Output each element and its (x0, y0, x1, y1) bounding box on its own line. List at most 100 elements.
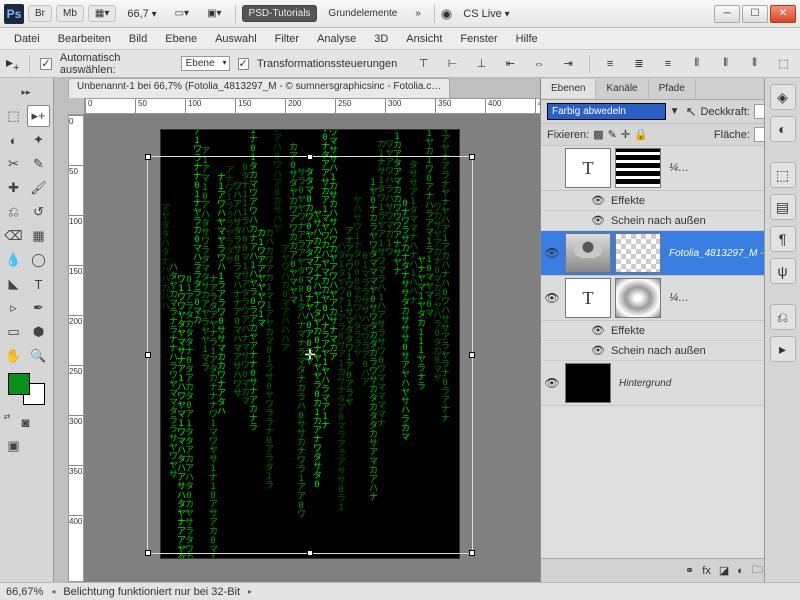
layer-thumb[interactable] (565, 233, 611, 273)
fill-input[interactable]: 100% (754, 127, 764, 142)
layer-name[interactable]: Hintergrund (613, 378, 764, 389)
layer-name[interactable]: ¼… (663, 162, 764, 174)
align-top-icon[interactable]: ⊤ (413, 54, 434, 74)
dist-vmid-icon[interactable]: ≣ (629, 54, 650, 74)
dock-swatches-icon[interactable]: ⬚ (770, 162, 796, 188)
auto-select-checkbox[interactable] (40, 58, 51, 70)
direct-select-tool[interactable]: ▹ (2, 297, 25, 319)
dist-right-icon[interactable]: ⦀ (744, 54, 765, 74)
layer-thumb[interactable] (565, 363, 611, 403)
zoom-level-dropdown[interactable]: 66,7 ▾ (120, 5, 163, 23)
minibridge-button[interactable]: Mb (56, 5, 84, 22)
workspace-more[interactable]: » (408, 5, 428, 22)
blur-tool[interactable]: 💧 (2, 249, 25, 271)
menu-ebene[interactable]: Ebene (157, 30, 205, 48)
layer-row[interactable]: 👁 Hintergrund 🔒 (541, 361, 764, 406)
lock-trans-icon[interactable]: ▩ (593, 128, 603, 141)
dock-layers-icon[interactable]: ◈ (770, 84, 796, 110)
zoom-tool[interactable]: 🔍 (27, 345, 50, 367)
dist-hmid-icon[interactable]: ⦀ (715, 54, 736, 74)
type-tool[interactable]: T (27, 273, 50, 295)
mask-icon[interactable]: ◪ (719, 564, 729, 577)
dock-styles-icon[interactable]: ▤ (770, 194, 796, 220)
lock-paint-icon[interactable]: ✎ (608, 128, 617, 141)
collapse-icon[interactable]: ▸▸ (2, 81, 50, 103)
dist-left-icon[interactable]: ⦀ (686, 54, 707, 74)
dock-adjustments-icon[interactable]: ◐ (770, 116, 796, 142)
layer-thumb[interactable]: T (565, 148, 611, 188)
view-extras-button[interactable]: ▦▾ (88, 5, 116, 22)
maximize-button[interactable]: ☐ (742, 5, 768, 23)
lock-move-icon[interactable]: ✛ (621, 128, 630, 141)
workspace-grundelemente[interactable]: Grundelemente (321, 5, 404, 22)
visibility-icon[interactable]: 👁 (591, 344, 605, 357)
visibility-icon[interactable]: 👁 (591, 324, 605, 337)
eyedropper-tool[interactable]: ✎ (27, 153, 50, 175)
auto-align-icon[interactable]: ⬚ (773, 54, 794, 74)
layer-name[interactable]: Fotolia_4813297_M - ©… (663, 248, 764, 259)
menu-filter[interactable]: Filter (267, 30, 307, 48)
align-vmid-icon[interactable]: ⊢ (442, 54, 463, 74)
menu-fenster[interactable]: Fenster (452, 30, 505, 48)
visibility-icon[interactable]: 👁 (591, 214, 605, 227)
canvas[interactable]: マ ヤ タ タ ハ タ ナ ハ ハ カ ハ ハ ハ タ ヤ カ マ ラ ナ ラ … (160, 129, 460, 559)
ruler-vertical[interactable]: 050100150200250300350400 (68, 114, 84, 582)
workspace-psd-tutorials[interactable]: PSD-Tutorials (242, 5, 318, 22)
zoom-readout[interactable]: 66,67% (6, 586, 43, 598)
fx-icon[interactable]: fx (702, 565, 711, 577)
layer-mask[interactable] (615, 233, 661, 273)
visibility-icon[interactable]: 👁 (541, 376, 563, 390)
heal-tool[interactable]: ✚ (2, 177, 25, 199)
eraser-tool[interactable]: ⌫ (2, 225, 25, 247)
layer-row[interactable]: 👁 T ¼… fx ▾ (541, 276, 764, 321)
layer-mask[interactable] (615, 278, 661, 318)
swap-colors-icon[interactable]: ⇄ (2, 411, 12, 421)
dist-top-icon[interactable]: ≡ (600, 54, 621, 74)
menu-auswahl[interactable]: Auswahl (207, 30, 265, 48)
visibility-icon[interactable]: 👁 (541, 246, 563, 260)
dock-paragraph-icon[interactable]: ψ (770, 258, 796, 284)
menu-analyse[interactable]: Analyse (309, 30, 364, 48)
marquee-tool[interactable]: ⬚ (2, 105, 25, 127)
screen-mode-button[interactable]: ▣▾ (200, 5, 228, 22)
menu-bild[interactable]: Bild (121, 30, 155, 48)
auto-select-target[interactable]: Ebene (181, 56, 230, 71)
menu-hilfe[interactable]: Hilfe (508, 30, 546, 48)
dock-actions-icon[interactable]: ▸ (770, 336, 796, 362)
dist-bottom-icon[interactable]: ≡ (657, 54, 678, 74)
blend-mode-dropdown[interactable]: Farbig abwedeln (547, 103, 666, 120)
lasso-tool[interactable]: ◐ (2, 129, 25, 151)
wand-tool[interactable]: ✦ (27, 129, 50, 151)
cslive-button[interactable]: CS Live ▾ (456, 5, 516, 23)
history-brush-tool[interactable]: ↺ (27, 201, 50, 223)
layer-mask[interactable] (615, 148, 661, 188)
tab-pfade[interactable]: Pfade (649, 79, 696, 98)
crop-tool[interactable]: ✂ (2, 153, 25, 175)
brush-tool[interactable]: 🖌 (27, 177, 50, 199)
gradient-tool[interactable]: ▦ (27, 225, 50, 247)
menu-ansicht[interactable]: Ansicht (398, 30, 450, 48)
visibility-icon[interactable]: 👁 (541, 291, 563, 305)
layer-row[interactable]: T ¼… fx ▾ (541, 146, 764, 191)
menu-bearbeiten[interactable]: Bearbeiten (50, 30, 119, 48)
3d-tool[interactable]: ⬢ (27, 321, 50, 343)
adjustment-icon[interactable]: ◐ (737, 565, 744, 577)
tab-ebenen[interactable]: Ebenen (541, 79, 596, 98)
menu-datei[interactable]: Datei (6, 30, 48, 48)
arrange-button[interactable]: ▭▾ (168, 5, 196, 22)
group-icon[interactable]: 🗀 (752, 561, 763, 580)
menu-3d[interactable]: 3D (366, 30, 396, 48)
dock-character-icon[interactable]: ¶ (770, 226, 796, 252)
dock-history-icon[interactable]: ⎌ (770, 304, 796, 330)
dodge-tool[interactable]: ◯ (27, 249, 50, 271)
layer-thumb[interactable]: T (565, 278, 611, 318)
align-bottom-icon[interactable]: ⊥ (471, 54, 492, 74)
layer-name[interactable]: ¼… (663, 292, 764, 304)
screenmode-tool[interactable]: ▣ (2, 435, 25, 457)
link-layers-icon[interactable]: ⚭ (685, 564, 694, 577)
shape-tool[interactable]: ▭ (2, 321, 25, 343)
visibility-icon[interactable]: 👁 (591, 194, 605, 207)
tab-kanaele[interactable]: Kanäle (596, 79, 648, 98)
close-button[interactable]: ✕ (770, 5, 796, 23)
opacity-input[interactable]: 100% (754, 104, 764, 119)
